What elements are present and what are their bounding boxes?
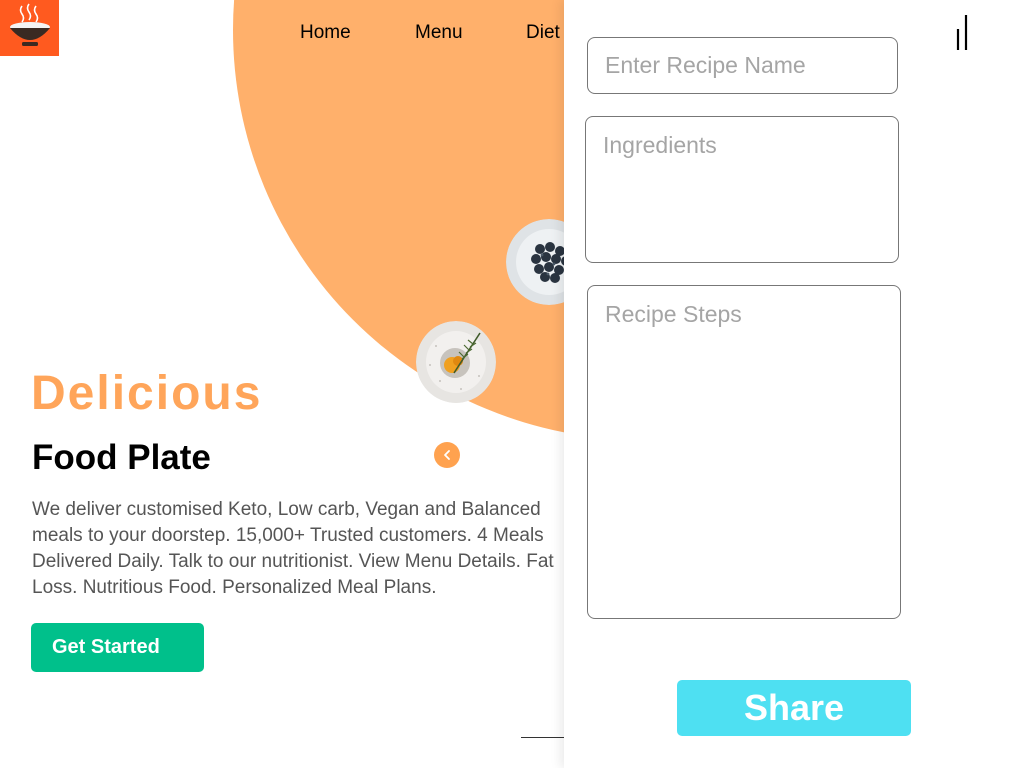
recipe-name-input[interactable] [587,37,898,94]
dish-plate-image [416,321,496,403]
menu-toggle-button[interactable] [954,12,978,52]
add-recipe-panel: Share [564,0,1024,768]
nav-item-home[interactable]: Home [300,22,351,44]
landing-page: Home Menu Diet Delicious Food Plate We d… [0,0,1024,768]
get-started-button[interactable]: Get Started [31,623,204,672]
ingredients-textarea[interactable] [585,116,899,263]
chevron-left-icon [444,450,450,460]
menu-toggle-icon [956,15,968,50]
share-button[interactable]: Share [677,680,911,736]
nav-item-diet[interactable]: Diet [526,22,560,44]
hero-title: Delicious [31,367,263,420]
hero-subtitle: Food Plate [32,438,211,477]
nav-item-menu[interactable]: Menu [415,22,463,44]
hero-description: We deliver customised Keto, Low carb, Ve… [32,499,554,598]
logo[interactable] [0,0,59,56]
slider-prev-button[interactable] [434,442,460,468]
rice-bowl-icon [10,3,50,46]
recipe-steps-textarea[interactable] [587,285,901,619]
